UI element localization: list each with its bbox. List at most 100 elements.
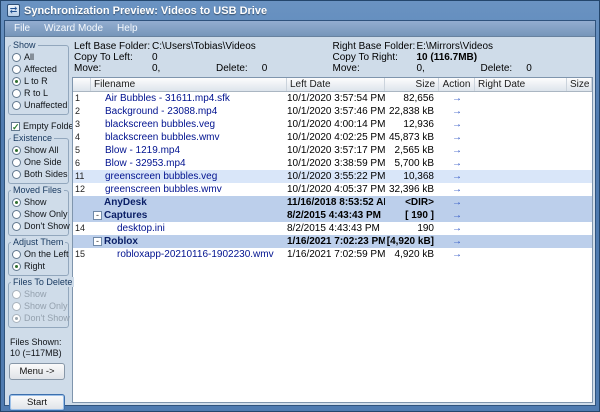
table-row[interactable]: AnyDesk 11/16/2018 8:53:52 AM <DIR> → (73, 196, 592, 209)
radio-show-only[interactable]: Show Only (11, 208, 68, 220)
right-size-cell (567, 105, 592, 118)
left-date-cell: 10/1/2020 3:55:22 PM (287, 171, 385, 182)
col-header-filename[interactable]: Filename (91, 78, 287, 91)
menu-bar: File Wizard Mode Help (5, 21, 595, 37)
main-panel: Left Base Folder: C:\Users\Tobias\Videos… (72, 39, 593, 403)
radio-unaffected[interactable]: Unaffected (11, 99, 67, 111)
right-date-cell (475, 157, 567, 170)
radio-icon (12, 145, 21, 155)
table-row[interactable]: 4 blackscreen bubbles.wmv 10/1/2020 4:02:2… (73, 131, 592, 144)
col-header-size-right[interactable]: Size (567, 78, 592, 91)
radio-icon (12, 157, 21, 167)
col-header-action[interactable]: Action (439, 78, 475, 91)
right-size-cell (567, 92, 592, 105)
action-arrow-icon[interactable]: → (439, 118, 475, 131)
row-number-cell: 11 (75, 171, 85, 181)
right-date-cell (475, 248, 567, 261)
radio-one-side[interactable]: One Side (11, 156, 67, 168)
action-arrow-icon[interactable]: → (439, 183, 475, 196)
action-arrow-icon[interactable]: → (439, 92, 475, 105)
right-size-cell (567, 235, 592, 248)
radio-l-to-r[interactable]: L to R (11, 75, 67, 87)
table-row[interactable]: 11 greenscreen bubbles.veg 10/1/2020 3:55:… (73, 170, 592, 183)
table-row[interactable]: 15 robloxapp-20210116-1902230.wmv 1/16/202… (73, 248, 592, 261)
size-cell: <DIR> (405, 197, 434, 208)
row-number-cell (73, 196, 91, 209)
radio-label: Show (24, 289, 47, 299)
radio-affected[interactable]: Affected (11, 63, 67, 75)
radio-all[interactable]: All (11, 51, 67, 63)
table-row[interactable]: 2 Background - 23088.mp4 10/1/2020 3:57:46… (73, 105, 592, 118)
col-header-right-date[interactable]: Right Date (475, 78, 567, 91)
table-row[interactable]: 6 Blow - 32953.mp4 10/1/2020 3:38:59 PM 5,7… (73, 157, 592, 170)
action-arrow-icon[interactable]: → (439, 222, 475, 235)
radio-right[interactable]: Right (11, 260, 67, 272)
action-arrow-icon[interactable]: → (439, 105, 475, 118)
action-arrow-icon[interactable]: → (439, 144, 475, 157)
checkbox-empty-folders[interactable]: ✓ Empty Folders (11, 120, 81, 132)
copy-to-left-label: Copy To Left: (74, 52, 133, 63)
window-title: Synchronization Preview: Videos to USB D… (24, 4, 268, 17)
menu-item-file[interactable]: File (7, 22, 37, 35)
action-arrow-icon[interactable]: → (439, 209, 475, 222)
radio-r-to-l[interactable]: R to L (11, 87, 67, 99)
right-delete-label: Delete: (480, 63, 513, 74)
left-date-cell: 8/2/2015 4:43:43 PM (287, 223, 380, 234)
radio-show[interactable]: Show (11, 196, 67, 208)
table-row[interactable]: 5 Blow - 1219.mp4 10/1/2020 3:57:17 PM 2,56… (73, 144, 592, 157)
table-row[interactable]: 12 greenscreen bubbles.wmv 10/1/2020 4:05:… (73, 183, 592, 196)
table-row[interactable]: 3 blackscreen bubbles.veg 10/1/2020 4:00:1… (73, 118, 592, 131)
table-row[interactable]: 1 Air Bubbles - 31611.mp4.sfk 10/1/2020 3:… (73, 92, 592, 105)
group-label: Existence (11, 133, 55, 143)
radio-icon (12, 64, 21, 74)
col-header-row-number[interactable] (73, 78, 91, 91)
menu-item-wizard-mode[interactable]: Wizard Mode (37, 22, 110, 35)
menu-item-help[interactable]: Help (110, 22, 145, 35)
table-row[interactable]: - Roblox 1/16/2021 7:02:23 PM [4,920 kB] → (73, 235, 592, 248)
filename-cell: greenscreen bubbles.wmv (91, 183, 287, 196)
group-existence: Existence Show All One Side Both Sides (8, 133, 69, 184)
row-number-cell: 6 (75, 158, 81, 168)
radio-show-all[interactable]: Show All (11, 144, 67, 156)
start-button[interactable]: Start (9, 394, 65, 411)
action-arrow-icon[interactable]: → (439, 157, 475, 170)
radio-icon (12, 52, 21, 62)
table-header: Filename Left Date Size Action Right Date Siz… (73, 78, 592, 92)
action-arrow-icon[interactable]: → (439, 196, 475, 209)
filename-text: robloxapp-20210116-1902230.wmv (117, 249, 274, 260)
menu-button[interactable]: Menu -> (9, 363, 65, 380)
right-size-cell (567, 118, 592, 131)
col-header-size[interactable]: Size (385, 78, 439, 91)
row-number-cell: 14 (75, 223, 86, 233)
table-row[interactable]: 14 desktop.ini 8/2/2015 4:43:43 PM 190 → (73, 222, 592, 235)
right-summary: Right Base Folder: E:\Mirrors\Videos Cop… (333, 41, 592, 74)
right-date-cell (475, 92, 567, 105)
filename-text: AnyDesk (104, 197, 147, 208)
collapse-icon[interactable]: - (93, 237, 102, 246)
table-row[interactable]: - Captures 8/2/2015 4:43:43 PM[ 190 ] → (73, 209, 592, 222)
action-arrow-icon[interactable]: → (439, 170, 475, 183)
radio-don-t-show[interactable]: Don't Show (11, 220, 70, 232)
right-date-cell (475, 170, 567, 183)
window-body: File Wizard Mode Help Show All Affected L to … (4, 20, 596, 411)
col-header-left-date[interactable]: Left Date (287, 78, 385, 91)
collapse-icon[interactable]: - (93, 211, 102, 220)
filename-cell: Background - 23088.mp4 (91, 105, 287, 118)
action-arrow-icon[interactable]: → (439, 248, 475, 261)
right-move-value: 0, (416, 63, 425, 74)
right-date-cell (475, 183, 567, 196)
files-shown: Files Shown: 10 (=117MB) (10, 337, 69, 359)
left-date-cell: 1/16/2021 7:02:59 PM (287, 249, 385, 260)
size-cell: 22,838 kB (388, 106, 434, 117)
radio-both-sides[interactable]: Both Sides (11, 168, 68, 180)
right-date-cell (475, 131, 567, 144)
radio-label: R to L (24, 88, 49, 98)
action-arrow-icon[interactable]: → (439, 131, 475, 144)
action-arrow-icon[interactable]: → (439, 235, 475, 248)
right-move-label: Move: (332, 63, 360, 74)
content-area: Show All Affected L to R R to L Unaffected ✓ Em… (5, 37, 595, 411)
filename-text: blackscreen bubbles.wmv (105, 132, 220, 143)
radio-on-the-left[interactable]: On the Left (11, 248, 69, 260)
right-date-cell (475, 209, 567, 222)
right-date-cell (475, 118, 567, 131)
